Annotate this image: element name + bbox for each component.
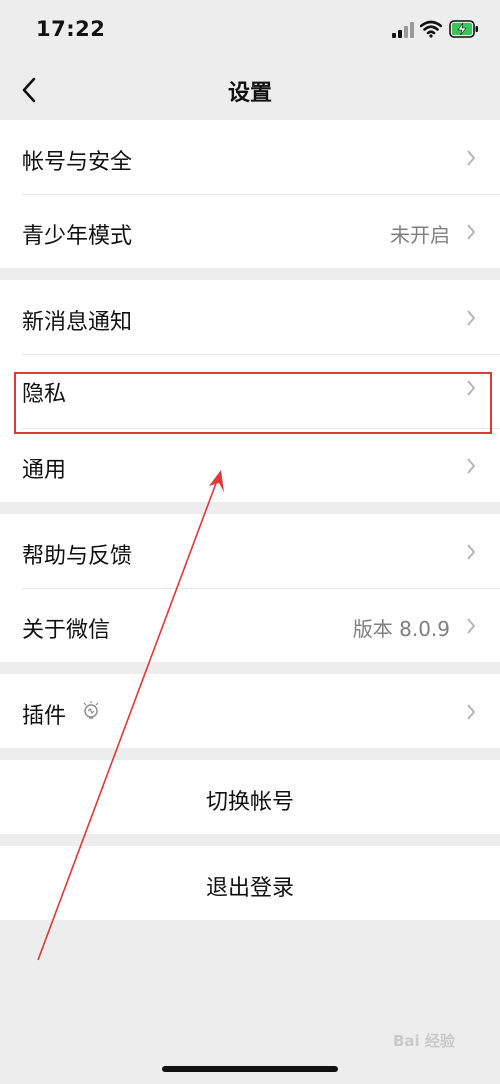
- wifi-icon: [420, 20, 442, 38]
- page-title: 设置: [227, 81, 272, 106]
- chevron-right-icon: [467, 544, 476, 560]
- lightbulb-icon: [83, 701, 99, 719]
- privacy-highlight-box: [14, 372, 492, 434]
- settings-item-plugins[interactable]: 插件: [0, 674, 500, 748]
- cellular-signal-icon: [392, 22, 414, 38]
- settings-item-label: 插件: [22, 704, 67, 729]
- navigation-bar: 设置: [0, 60, 500, 120]
- home-indicator[interactable]: [162, 1066, 338, 1072]
- status-time: 17:22: [36, 17, 106, 41]
- settings-item-value: 未开启: [390, 223, 450, 247]
- chevron-right-icon: [467, 310, 476, 326]
- chevron-right-icon: [467, 458, 476, 474]
- switch-account-label: 切换帐号: [205, 790, 294, 815]
- settings-item-general[interactable]: 通用: [0, 428, 500, 502]
- battery-charging-icon: [449, 20, 478, 38]
- settings-item-help-feedback[interactable]: 帮助与反馈: [0, 514, 500, 588]
- settings-group-about: 帮助与反馈 关于微信 版本 8.0.9: [0, 514, 500, 662]
- settings-item-youth-mode[interactable]: 青少年模式 未开启: [0, 194, 500, 268]
- settings-item-label: 帐号与安全: [22, 150, 133, 175]
- chevron-right-icon: [467, 618, 476, 634]
- settings-item-notifications[interactable]: 新消息通知: [0, 280, 500, 354]
- chevron-right-icon: [467, 150, 476, 166]
- settings-item-label: 关于微信: [22, 618, 111, 643]
- switch-account-button[interactable]: 切换帐号: [0, 760, 500, 834]
- settings-item-about-wechat[interactable]: 关于微信 版本 8.0.9: [0, 588, 500, 662]
- settings-item-label: 新消息通知: [22, 310, 133, 335]
- settings-group-account: 帐号与安全 青少年模式 未开启: [0, 120, 500, 268]
- baidu-watermark: Bai 经验: [393, 1032, 455, 1050]
- settings-item-label: 青少年模式: [22, 224, 133, 249]
- settings-item-label: 通用: [22, 458, 67, 483]
- settings-item-account-security[interactable]: 帐号与安全: [0, 120, 500, 194]
- settings-item-value: 版本 8.0.9: [352, 617, 450, 641]
- logout-label: 退出登录: [205, 876, 294, 901]
- status-bar: 17:22: [0, 0, 500, 60]
- chevron-right-icon: [467, 704, 476, 720]
- settings-group-plugins: 插件: [0, 674, 500, 748]
- logout-button[interactable]: 退出登录: [0, 846, 500, 920]
- settings-item-label: 帮助与反馈: [22, 544, 133, 569]
- chevron-right-icon: [467, 224, 476, 240]
